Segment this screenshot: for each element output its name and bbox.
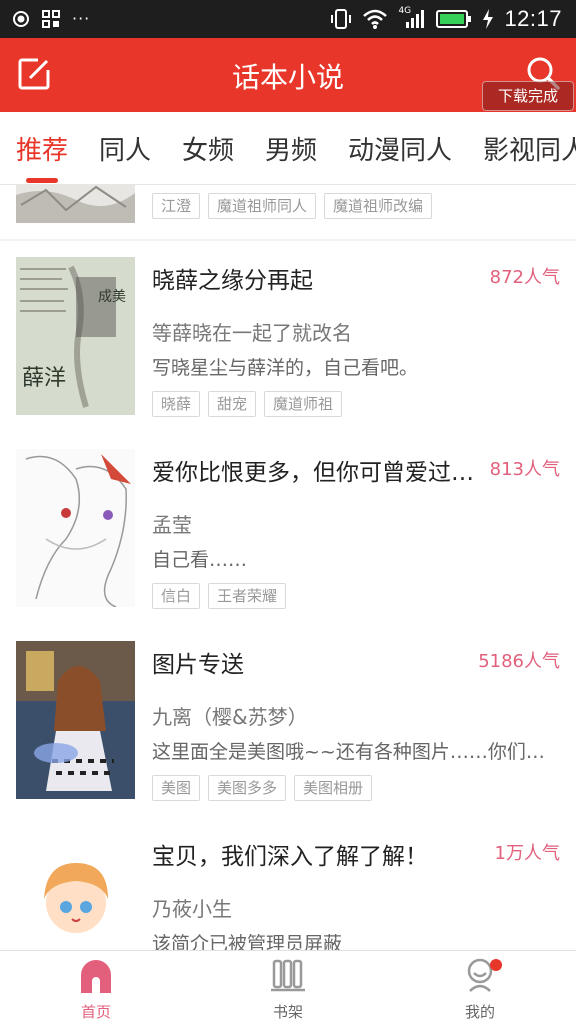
book-cover — [16, 641, 135, 799]
notification-badge — [490, 959, 502, 971]
popularity-count: 5186人气 — [478, 651, 560, 672]
tag[interactable]: 王者荣耀 — [208, 583, 287, 609]
nav-home-label: 首页 — [80, 1003, 111, 1021]
tag[interactable]: 晓薛 — [152, 391, 201, 417]
profile-icon — [462, 957, 502, 993]
active-tab-indicator — [26, 178, 58, 183]
category-tabs: 推荐 同人 女频 男频 动漫同人 影视同人 — [0, 112, 576, 185]
tag[interactable]: 美图 — [152, 775, 201, 801]
vibrate-icon — [331, 9, 352, 29]
bottom-navigation: 首页 书架 我的 — [0, 950, 576, 1025]
clock: 12:17 — [504, 6, 562, 31]
book-tags: 晓薛 甜宠 魔道师祖 — [152, 391, 343, 417]
book-description: 该简介已被管理员屏蔽 — [152, 933, 343, 950]
nav-profile[interactable]: 我的 — [420, 957, 540, 1022]
tag[interactable]: 魔道祖师改编 — [324, 193, 433, 219]
book-description: 这里面全是美图哦~~还有各种图片……你们喜欢吗 — [152, 741, 558, 763]
book-list[interactable]: 江澄 魔道祖师同人 魔道祖师改编 薛洋 成美 晓薛之缘分再起 872人气 等薛晓… — [0, 185, 576, 950]
book-title[interactable]: 晓薛之缘分再起 — [152, 261, 482, 295]
status-left-icons: ··· — [12, 9, 90, 28]
tab-male[interactable]: 男频 — [265, 130, 317, 167]
status-bar: ··· 4G 12:17 — [0, 0, 576, 38]
charging-icon — [483, 9, 494, 29]
book-author: 等薛晓在一起了就改名 — [152, 321, 352, 345]
book-title[interactable]: 图片专送 — [152, 645, 482, 679]
book-item[interactable]: 薛洋 成美 晓薛之缘分再起 872人气 等薛晓在一起了就改名 写晓星尘与薛洋的，… — [0, 241, 576, 433]
popularity-count: 872人气 — [489, 267, 560, 288]
cover-logo-text: 薛洋 — [22, 366, 66, 391]
popularity-count: 813人气 — [489, 459, 560, 480]
book-author: 乃莜小生 — [152, 897, 232, 921]
nav-profile-label: 我的 — [464, 1003, 495, 1021]
book-description: 写晓星尘与薛洋的，自己看吧。 — [152, 357, 419, 379]
tag[interactable]: 魔道师祖 — [264, 391, 343, 417]
tag[interactable]: 信白 — [152, 583, 201, 609]
download-complete-toast: 下载完成 — [482, 81, 574, 111]
tag[interactable]: 魔道祖师同人 — [208, 193, 317, 219]
record-icon — [13, 10, 29, 27]
book-tags: 美图 美图多多 美图相册 — [152, 775, 373, 801]
signal-icon: 4G — [398, 6, 426, 30]
grid-icon — [42, 9, 60, 28]
tab-recommend[interactable]: 推荐 — [16, 130, 68, 167]
status-right-icons: 4G 12:17 — [330, 6, 562, 32]
app-header: 话本小说 下载完成 — [0, 38, 576, 112]
nav-bookshelf-label: 书架 — [272, 1003, 303, 1021]
book-author: 孟莹 — [152, 513, 192, 537]
more-dots-icon: ··· — [72, 9, 91, 28]
book-cover — [16, 449, 135, 607]
book-description: 自己看…… — [152, 549, 248, 571]
tag[interactable]: 美图多多 — [208, 775, 287, 801]
battery-icon — [436, 10, 472, 28]
nav-home[interactable]: 首页 — [36, 957, 156, 1022]
book-title[interactable]: 爱你比恨更多，但你可曾爱过我？ — [152, 453, 482, 487]
bookshelf-icon — [270, 957, 306, 993]
home-icon — [78, 957, 114, 993]
nav-bookshelf[interactable]: 书架 — [228, 957, 348, 1022]
tab-fanfic[interactable]: 同人 — [99, 130, 151, 167]
tag[interactable]: 江澄 — [152, 193, 201, 219]
book-title[interactable]: 宝贝，我们深入了解了解！ — [152, 837, 482, 871]
book-cover — [16, 185, 135, 223]
tab-anime-fanfic[interactable]: 动漫同人 — [348, 130, 452, 167]
book-item[interactable]: 江澄 魔道祖师同人 魔道祖师改编 — [0, 185, 576, 239]
tab-female[interactable]: 女频 — [182, 130, 234, 167]
tag[interactable]: 甜宠 — [208, 391, 257, 417]
book-item[interactable]: 宝贝，我们深入了解了解！ 1万人气 乃莜小生 该简介已被管理员屏蔽 — [0, 817, 576, 950]
book-tags: 信白 王者荣耀 — [152, 583, 287, 609]
tab-film-fanfic[interactable]: 影视同人 — [483, 130, 576, 167]
book-cover — [16, 833, 135, 950]
svg-text:成美: 成美 — [98, 289, 126, 305]
wifi-icon — [363, 9, 388, 29]
book-author: 九离（樱&苏梦） — [152, 705, 308, 729]
book-item[interactable]: 图片专送 5186人气 九离（樱&苏梦） 这里面全是美图哦~~还有各种图片……你… — [0, 625, 576, 817]
book-cover: 薛洋 成美 — [16, 257, 135, 415]
popularity-count: 1万人气 — [494, 843, 560, 864]
book-item[interactable]: 爱你比恨更多，但你可曾爱过我？ 813人气 孟莹 自己看…… 信白 王者荣耀 — [0, 433, 576, 625]
tag[interactable]: 美图相册 — [294, 775, 373, 801]
book-tags: 江澄 魔道祖师同人 魔道祖师改编 — [152, 193, 433, 219]
